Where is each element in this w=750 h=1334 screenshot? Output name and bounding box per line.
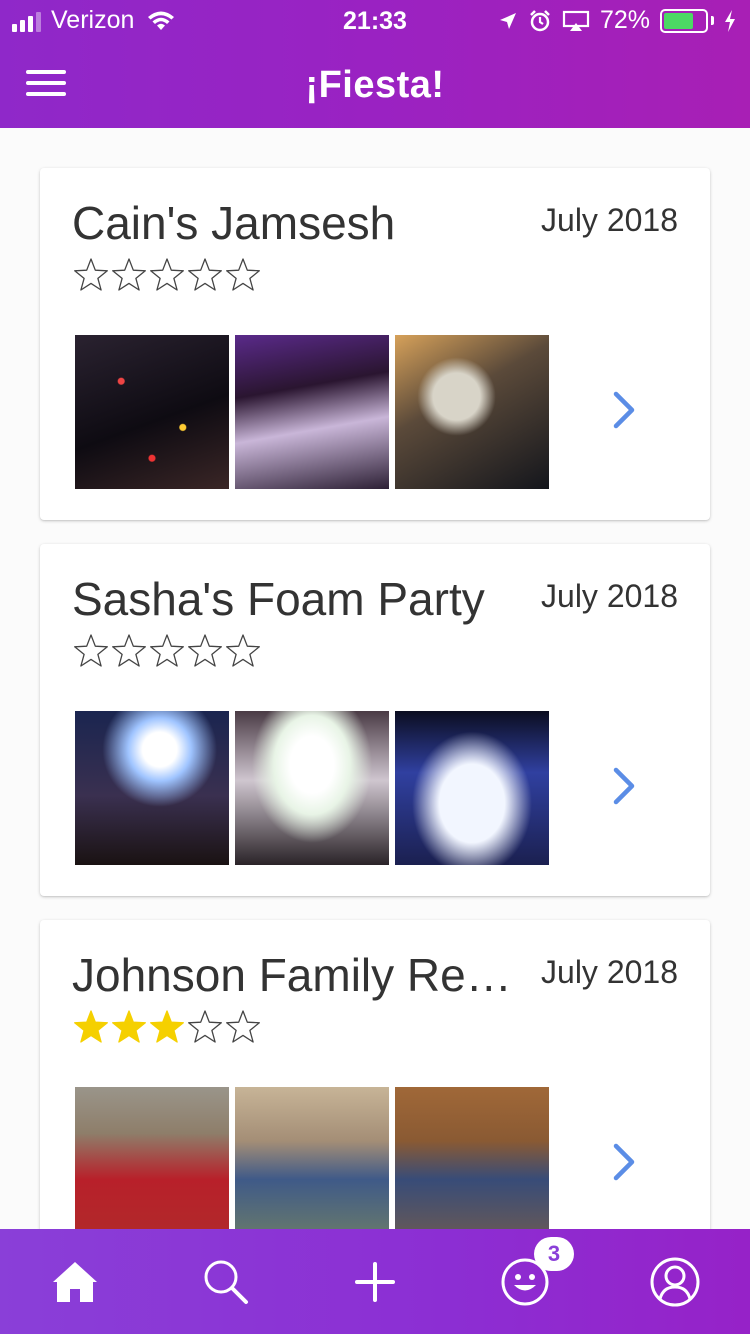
event-photo[interactable] (395, 335, 549, 489)
location-icon (499, 12, 516, 29)
alarm-icon (530, 9, 550, 31)
tab-notifications[interactable]: 3 (450, 1229, 600, 1334)
notification-badge: 3 (534, 1237, 574, 1271)
event-photo[interactable] (395, 711, 549, 865)
star-empty-icon[interactable] (186, 1008, 224, 1046)
status-bar: Verizon 21:33 72% (0, 0, 750, 40)
event-title: Sasha's Foam Party (72, 573, 485, 625)
battery-icon (660, 8, 714, 33)
star-filled-icon[interactable] (148, 1008, 186, 1046)
star-rating[interactable] (72, 632, 262, 670)
photo-strip (75, 335, 549, 489)
star-rating[interactable] (72, 1008, 262, 1046)
star-filled-icon[interactable] (72, 1008, 110, 1046)
app-title: ¡Fiesta! (305, 64, 445, 106)
star-rating[interactable] (72, 256, 262, 294)
star-empty-icon[interactable] (110, 256, 148, 294)
event-photo[interactable] (75, 335, 229, 489)
plus-icon (355, 1261, 395, 1302)
star-empty-icon[interactable] (72, 632, 110, 670)
photo-strip (75, 1087, 549, 1229)
tab-profile[interactable] (600, 1229, 750, 1334)
star-empty-icon[interactable] (148, 256, 186, 294)
photo-strip (75, 711, 549, 865)
event-card[interactable]: Johnson Family Reu... July 2018 (40, 920, 710, 1229)
event-date: July 2018 (541, 578, 678, 614)
star-empty-icon[interactable] (72, 256, 110, 294)
event-card[interactable]: Cain's Jamsesh July 2018 (40, 168, 710, 520)
event-photo[interactable] (75, 711, 229, 865)
star-empty-icon[interactable] (148, 632, 186, 670)
event-title: Cain's Jamsesh (72, 197, 396, 249)
star-filled-icon[interactable] (110, 1008, 148, 1046)
star-empty-icon[interactable] (224, 256, 262, 294)
chevron-right-icon[interactable] (610, 1142, 640, 1182)
event-date: July 2018 (541, 954, 678, 990)
top-bar: Verizon 21:33 72% ¡Fiesta! (0, 0, 750, 128)
event-list[interactable]: Cain's Jamsesh July 2018 Sasha's Foam Pa… (0, 128, 750, 1229)
tab-add[interactable] (300, 1229, 450, 1334)
star-empty-icon[interactable] (224, 1008, 262, 1046)
tab-search[interactable] (150, 1229, 300, 1334)
event-date: July 2018 (541, 202, 678, 238)
event-photo[interactable] (235, 711, 389, 865)
user-icon (650, 1257, 700, 1306)
star-empty-icon[interactable] (224, 632, 262, 670)
event-card[interactable]: Sasha's Foam Party July 2018 (40, 544, 710, 896)
search-icon (204, 1260, 248, 1304)
tab-home[interactable] (0, 1229, 150, 1334)
event-photo[interactable] (75, 1087, 229, 1229)
star-empty-icon[interactable] (110, 632, 148, 670)
chevron-right-icon[interactable] (610, 766, 640, 806)
event-title: Johnson Family Reu... (72, 949, 522, 1001)
airplay-icon (562, 10, 590, 31)
tab-bar: 3 (0, 1229, 750, 1334)
event-photo[interactable] (235, 1087, 389, 1229)
event-photo[interactable] (235, 335, 389, 489)
battery-percent: 72% (599, 6, 650, 34)
star-empty-icon[interactable] (186, 256, 224, 294)
chevron-right-icon[interactable] (610, 390, 640, 430)
star-empty-icon[interactable] (186, 632, 224, 670)
charging-icon (725, 9, 735, 32)
event-photo[interactable] (395, 1087, 549, 1229)
home-icon (53, 1261, 97, 1302)
nav-bar: ¡Fiesta! (0, 40, 750, 128)
